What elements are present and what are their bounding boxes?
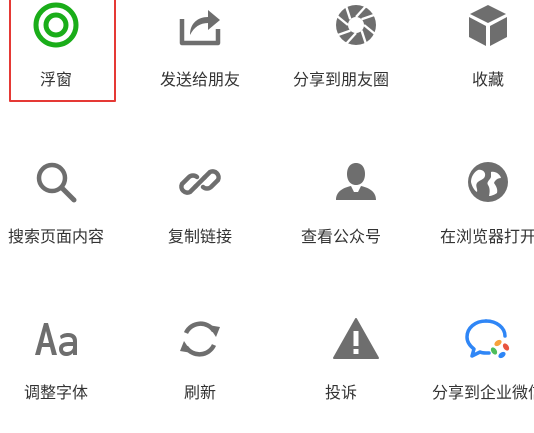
menu-item-label: 分享到朋友圈 [292, 70, 390, 89]
share-menu-grid: 浮窗 发送给朋友 分享到朋友圈 收藏 搜索页面内容 复制链接 查看公众号 在浏览… [0, 0, 534, 433]
menu-item-send-to-friend[interactable]: 发送给朋友 [116, 0, 284, 157]
menu-item-refresh[interactable]: 刷新 [116, 313, 284, 433]
menu-item-open-in-browser[interactable]: 在浏览器打开 [440, 157, 534, 313]
search-icon [36, 162, 77, 203]
menu-item-favorite[interactable]: 收藏 [458, 0, 534, 157]
menu-item-share-to-wecom[interactable]: 分享到企业微信 [432, 313, 534, 433]
menu-item-official-account[interactable]: 查看公众号 [284, 157, 458, 313]
official-account-icon [336, 163, 376, 200]
menu-item-floating-window[interactable]: 浮窗 [0, 0, 116, 157]
menu-item-label: 复制链接 [167, 227, 233, 246]
moments-icon [336, 5, 376, 45]
menu-item-label: 调整字体 [23, 383, 89, 402]
menu-item-label: 刷新 [183, 383, 217, 402]
wecom-icon [465, 319, 510, 359]
menu-item-label: 查看公众号 [300, 227, 382, 246]
warning-icon [333, 318, 379, 359]
share-menu-panel: 浮窗 发送给朋友 分享到朋友圈 收藏 搜索页面内容 复制链接 查看公众号 在浏览… [0, 0, 534, 433]
menu-item-label: 分享到企业微信 [431, 383, 534, 402]
menu-item-report[interactable]: 投诉 [284, 313, 458, 433]
menu-item-search-page[interactable]: 搜索页面内容 [0, 157, 116, 313]
refresh-icon [180, 321, 220, 357]
font-size-icon [35, 323, 77, 356]
globe-icon [468, 162, 508, 202]
menu-item-label: 搜索页面内容 [7, 227, 105, 246]
menu-item-copy-link[interactable]: 复制链接 [116, 157, 284, 313]
favorite-cube-icon [469, 5, 507, 46]
menu-item-adjust-font[interactable]: 调整字体 [0, 313, 116, 433]
floating-window-icon [33, 2, 79, 48]
menu-item-label: 浮窗 [39, 70, 73, 89]
menu-item-label: 投诉 [324, 383, 358, 402]
menu-item-share-to-moments[interactable]: 分享到朋友圈 [284, 0, 458, 157]
share-to-friend-icon [179, 10, 221, 46]
menu-item-label: 发送给朋友 [159, 70, 241, 89]
menu-item-label: 在浏览器打开 [439, 227, 534, 246]
menu-item-label: 收藏 [471, 70, 505, 89]
link-icon [179, 169, 221, 195]
